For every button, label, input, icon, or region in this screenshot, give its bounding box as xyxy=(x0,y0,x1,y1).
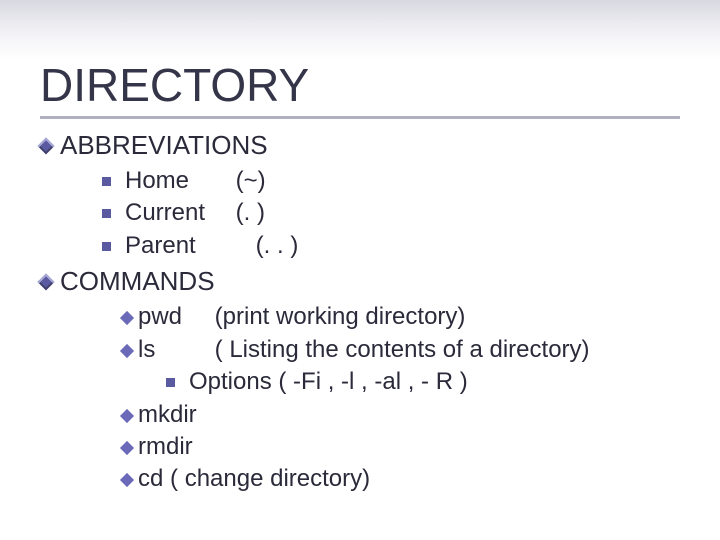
mini-diamond-bullet-icon xyxy=(120,344,134,358)
mini-diamond-bullet-icon xyxy=(120,473,134,487)
command-row: ls ( Listing the contents of a directory… xyxy=(138,334,590,366)
options-label: Options xyxy=(189,368,272,395)
square-bullet-icon xyxy=(102,242,111,251)
command-desc: ( change directory) xyxy=(170,465,370,492)
square-bullet-icon xyxy=(102,177,111,186)
square-bullet-icon xyxy=(102,209,111,218)
command-name: mkdir xyxy=(138,399,208,431)
abbrev-symbol: (~) xyxy=(236,167,266,194)
section-abbreviations: ABBREVIATIONS xyxy=(60,128,268,163)
abbrev-symbol: (. ) xyxy=(236,199,265,226)
abbrev-row: Current (. ) xyxy=(125,197,265,229)
mini-diamond-bullet-icon xyxy=(120,311,134,325)
command-desc: (print working directory) xyxy=(215,303,466,330)
command-row: mkdir xyxy=(138,399,208,431)
mini-diamond-bullet-icon xyxy=(120,441,134,455)
abbrev-row: Home (~) xyxy=(125,165,266,197)
abbrev-name: Current xyxy=(125,197,229,229)
square-bullet-icon xyxy=(166,378,175,387)
slide-title: DIRECTORY xyxy=(40,59,309,111)
diamond-bullet-icon xyxy=(38,274,55,291)
abbrev-name: Parent xyxy=(125,230,229,262)
abbrev-row: Parent (. . ) xyxy=(125,230,298,262)
title-underline xyxy=(40,116,680,119)
diamond-bullet-icon xyxy=(38,138,55,155)
options-row: Options ( -Fi , -l , -al , - R ) xyxy=(189,366,468,398)
mini-diamond-bullet-icon xyxy=(120,408,134,422)
command-name: cd xyxy=(138,465,163,492)
command-desc: ( Listing the contents of a directory) xyxy=(215,336,590,363)
abbrev-name: Home xyxy=(125,165,229,197)
abbrev-symbol: (. . ) xyxy=(256,232,299,259)
command-row: rmdir xyxy=(138,431,208,463)
command-name: ls xyxy=(138,334,208,366)
section-commands: COMMANDS xyxy=(60,264,215,299)
command-name: pwd xyxy=(138,301,208,333)
command-name: rmdir xyxy=(138,431,208,463)
command-row: pwd (print working directory) xyxy=(138,301,465,333)
options-list: ( -Fi , -l , -al , - R ) xyxy=(278,368,467,395)
slide-content: ABBREVIATIONS Home (~) Current (. ) Pare… xyxy=(40,128,700,496)
command-row: cd ( change directory) xyxy=(138,463,370,495)
